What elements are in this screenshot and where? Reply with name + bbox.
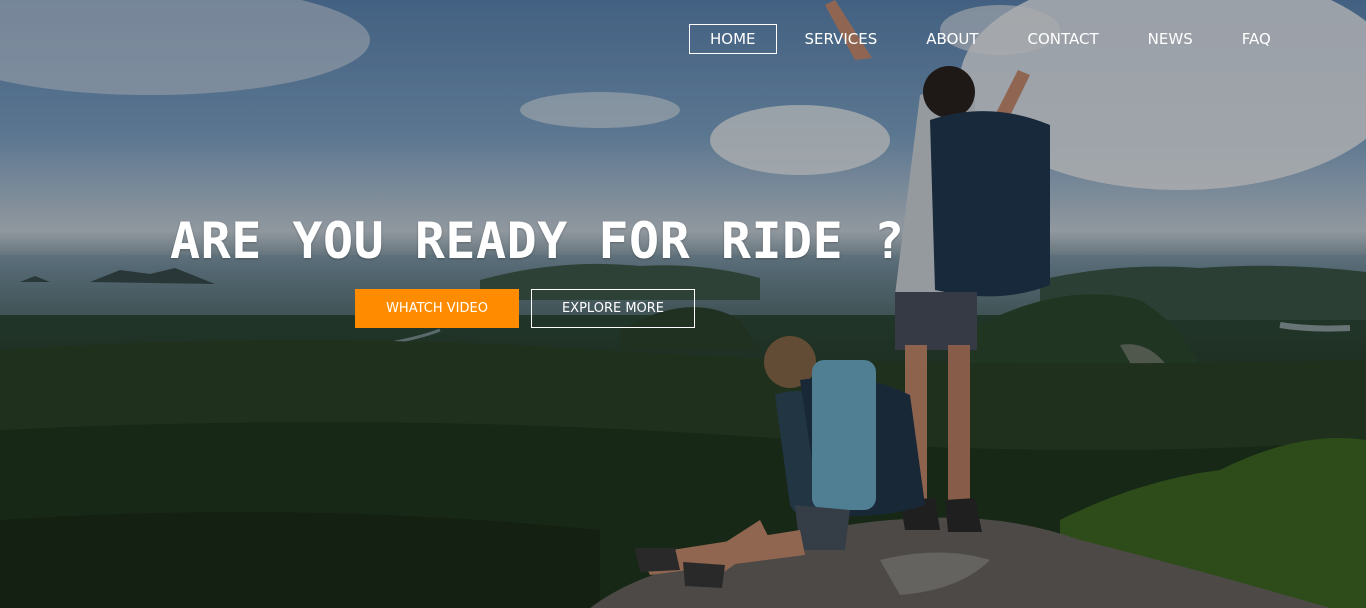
nav-item-faq[interactable]: FAQ <box>1221 24 1292 54</box>
explore-more-button[interactable]: EXPLORE MORE <box>531 289 695 328</box>
nav-item-about[interactable]: ABOUT <box>905 24 999 54</box>
watch-video-button[interactable]: WHATCH VIDEO <box>355 289 519 328</box>
hero-section: HOME SERVICES ABOUT CONTACT NEWS FAQ ARE… <box>0 0 1366 608</box>
nav-item-services[interactable]: SERVICES <box>784 24 899 54</box>
nav-item-home[interactable]: HOME <box>689 24 777 54</box>
main-navigation: HOME SERVICES ABOUT CONTACT NEWS FAQ <box>689 24 1299 54</box>
nav-item-news[interactable]: NEWS <box>1127 24 1214 54</box>
nav-item-contact[interactable]: CONTACT <box>1007 24 1120 54</box>
hero-headline: ARE YOU READY FOR RIDE ? <box>170 212 905 270</box>
